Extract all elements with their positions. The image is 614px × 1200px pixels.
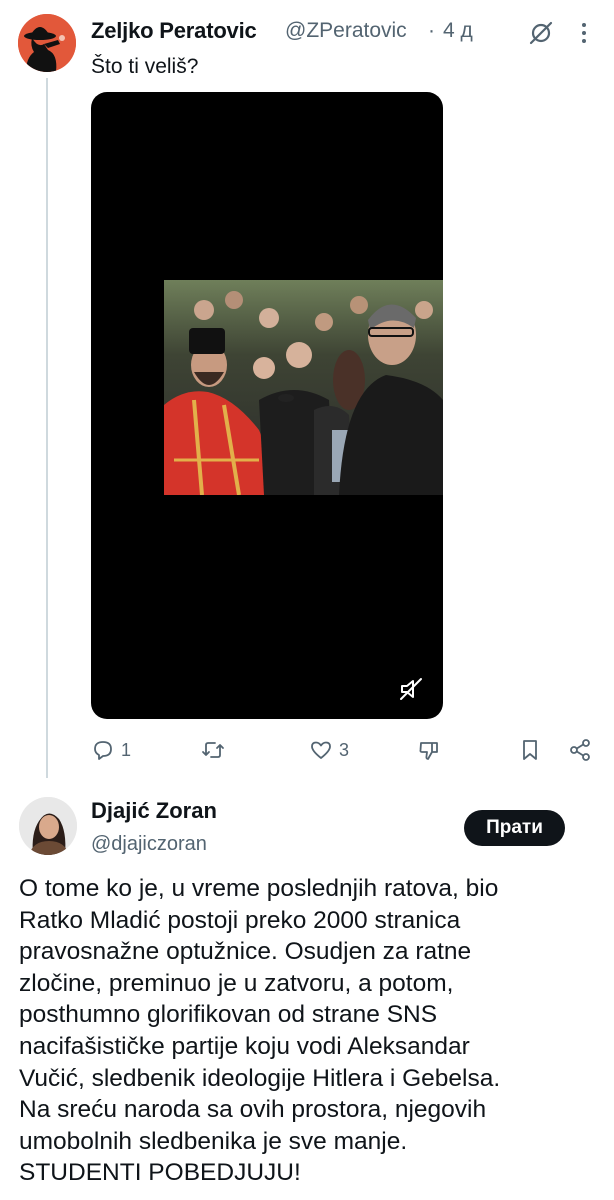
- tweet-text-line: STUDENTI POBEDJUJU!: [19, 1159, 301, 1187]
- tweet-text-line: zločine, preminuo je u zatvoru, a potom,: [19, 969, 454, 997]
- avatar[interactable]: [19, 797, 77, 855]
- avatar[interactable]: [18, 14, 76, 72]
- separator-dot: ·: [428, 19, 435, 42]
- avatar-silhouette-icon: [18, 14, 76, 72]
- thread-line: [46, 78, 48, 778]
- thumbs-down-icon: [419, 742, 438, 760]
- reply-icon: [94, 741, 112, 760]
- author-name[interactable]: Zeljko Peratovic: [91, 18, 257, 44]
- tweet-text-line: umobolnih sledbenika je sve manje.: [19, 1127, 408, 1155]
- bookmark-icon: [523, 740, 537, 760]
- author-handle[interactable]: @djajiczoran: [91, 833, 207, 856]
- reply-button[interactable]: 1: [91, 732, 131, 768]
- author-name[interactable]: Djajić Zoran: [91, 798, 217, 824]
- follow-button[interactable]: Прати: [464, 810, 565, 846]
- like-button[interactable]: 3: [309, 732, 349, 768]
- mute-icon[interactable]: [398, 676, 424, 702]
- post-time[interactable]: 4 д: [443, 19, 473, 43]
- tweet-text-line: Na sreću naroda sa ovih prostora, njegov…: [19, 1096, 487, 1124]
- tweet-text-line: posthumno glorifikovan od strane SNS: [19, 1001, 438, 1029]
- tweet-text-line: pravosnažne optužnice. Osudjen za ratne: [19, 938, 472, 966]
- grok-icon[interactable]: [528, 20, 554, 46]
- dislike-button[interactable]: [417, 732, 441, 768]
- heart-icon: [311, 741, 331, 759]
- bookmark-button[interactable]: [518, 732, 542, 768]
- more-options-icon[interactable]: [572, 18, 596, 48]
- tweet-text-line: O tome ko je, u vreme poslednjih ratova,…: [19, 875, 499, 902]
- video-player[interactable]: [91, 92, 443, 719]
- tweet-text: O tome ko je, u vreme poslednjih ratova,…: [19, 873, 609, 1189]
- video-frame: [164, 280, 443, 496]
- like-count: 3: [339, 739, 350, 760]
- tweet-text-line: Vučić, sledbenik ideologije Hitlera i Ge…: [19, 1064, 501, 1092]
- repost-button[interactable]: [201, 732, 231, 768]
- tweet-text-line: nacifašističke partije koju vodi Aleksan…: [19, 1032, 470, 1060]
- repost-icon: [202, 742, 224, 758]
- tweet-actions: 1 3: [91, 732, 611, 768]
- reply-count: 1: [121, 739, 132, 760]
- avatar-photo-icon: [19, 797, 77, 855]
- tweet-text-line: Ratko Mladić postoji preko 2000 stranica: [19, 906, 461, 934]
- author-handle[interactable]: @ZPeratovic: [285, 19, 407, 43]
- share-button[interactable]: [568, 732, 592, 768]
- share-icon: [570, 739, 590, 761]
- tweet-text: Što ti veliš?: [91, 55, 199, 78]
